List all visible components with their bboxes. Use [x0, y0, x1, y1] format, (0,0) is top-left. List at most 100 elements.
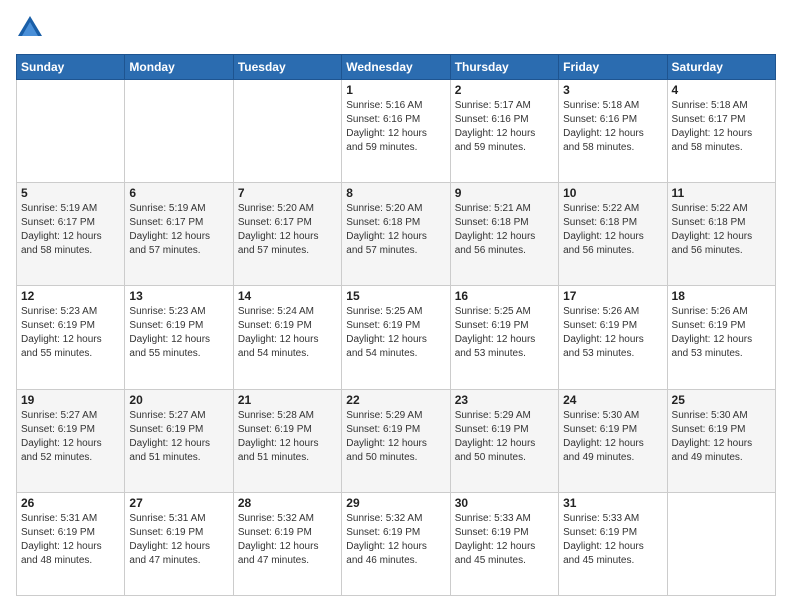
day-info: Sunrise: 5:19 AMSunset: 6:17 PMDaylight:…: [21, 202, 120, 258]
calendar-week-3: 12 Sunrise: 5:23 AMSunset: 6:19 PMDayligh…: [17, 286, 776, 389]
day-info: Sunrise: 5:20 AMSunset: 6:18 PMDaylight:…: [346, 202, 445, 258]
day-info: Sunrise: 5:29 AMSunset: 6:19 PMDaylight:…: [346, 409, 445, 465]
day-number: 15: [346, 289, 445, 303]
day-info: Sunrise: 5:32 AMSunset: 6:19 PMDaylight:…: [346, 512, 445, 568]
calendar-cell: 17 Sunrise: 5:26 AMSunset: 6:19 PMDayligh…: [559, 286, 667, 389]
day-number: 20: [129, 393, 228, 407]
day-info: Sunrise: 5:21 AMSunset: 6:18 PMDaylight:…: [455, 202, 554, 258]
day-number: 18: [672, 289, 771, 303]
day-number: 21: [238, 393, 337, 407]
day-info: Sunrise: 5:29 AMSunset: 6:19 PMDaylight:…: [455, 409, 554, 465]
calendar-cell: 7 Sunrise: 5:20 AMSunset: 6:17 PMDaylight…: [233, 183, 341, 286]
day-info: Sunrise: 5:31 AMSunset: 6:19 PMDaylight:…: [21, 512, 120, 568]
calendar-week-2: 5 Sunrise: 5:19 AMSunset: 6:17 PMDaylight…: [17, 183, 776, 286]
day-number: 9: [455, 186, 554, 200]
weekday-header-monday: Monday: [125, 55, 233, 80]
day-info: Sunrise: 5:18 AMSunset: 6:16 PMDaylight:…: [563, 99, 662, 155]
calendar-cell: 19Sunrise: 5:27 AMSunset: 6:19 PMDayligh…: [17, 389, 125, 492]
calendar-cell: 18Sunrise: 5:26 AMSunset: 6:19 PMDayligh…: [667, 286, 775, 389]
header: [16, 16, 776, 44]
day-number: 3: [563, 83, 662, 97]
day-info: Sunrise: 5:33 AMSunset: 6:19 PMDaylight:…: [455, 512, 554, 568]
calendar-cell: 3 Sunrise: 5:18 AMSunset: 6:16 PMDaylight…: [559, 80, 667, 183]
day-info: Sunrise: 5:30 AMSunset: 6:19 PMDaylight:…: [672, 409, 771, 465]
day-number: 17: [563, 289, 662, 303]
day-number: 28: [238, 496, 337, 510]
calendar-cell: [17, 80, 125, 183]
day-info: Sunrise: 5:23 AMSunset: 6:19 PMDaylight:…: [129, 305, 228, 361]
calendar-cell: 27Sunrise: 5:31 AMSunset: 6:19 PMDayligh…: [125, 492, 233, 595]
calendar-cell: 25 Sunrise: 5:30 AMSunset: 6:19 PMDayligh…: [667, 389, 775, 492]
day-number: 22: [346, 393, 445, 407]
day-info: Sunrise: 5:25 AMSunset: 6:19 PMDaylight:…: [455, 305, 554, 361]
calendar-cell: 21 Sunrise: 5:28 AMSunset: 6:19 PMDayligh…: [233, 389, 341, 492]
day-number: 16: [455, 289, 554, 303]
weekday-header-sunday: Sunday: [17, 55, 125, 80]
calendar-cell: [125, 80, 233, 183]
day-number: 8: [346, 186, 445, 200]
calendar-cell: 31Sunrise: 5:33 AMSunset: 6:19 PMDayligh…: [559, 492, 667, 595]
day-number: 5: [21, 186, 120, 200]
day-number: 4: [672, 83, 771, 97]
day-info: Sunrise: 5:18 AMSunset: 6:17 PMDaylight:…: [672, 99, 771, 155]
day-info: Sunrise: 5:23 AMSunset: 6:19 PMDaylight:…: [21, 305, 120, 361]
calendar-header: SundayMondayTuesdayWednesdayThursdayFrid…: [17, 55, 776, 80]
day-info: Sunrise: 5:22 AMSunset: 6:18 PMDaylight:…: [672, 202, 771, 258]
day-info: Sunrise: 5:30 AMSunset: 6:19 PMDaylight:…: [563, 409, 662, 465]
day-number: 26: [21, 496, 120, 510]
day-info: Sunrise: 5:25 AMSunset: 6:19 PMDaylight:…: [346, 305, 445, 361]
day-number: 23: [455, 393, 554, 407]
day-info: Sunrise: 5:19 AMSunset: 6:17 PMDaylight:…: [129, 202, 228, 258]
day-info: Sunrise: 5:28 AMSunset: 6:19 PMDaylight:…: [238, 409, 337, 465]
day-info: Sunrise: 5:32 AMSunset: 6:19 PMDaylight:…: [238, 512, 337, 568]
day-info: Sunrise: 5:20 AMSunset: 6:17 PMDaylight:…: [238, 202, 337, 258]
day-info: Sunrise: 5:27 AMSunset: 6:19 PMDaylight:…: [129, 409, 228, 465]
day-number: 7: [238, 186, 337, 200]
calendar-cell: 15 Sunrise: 5:25 AMSunset: 6:19 PMDayligh…: [342, 286, 450, 389]
calendar-cell: 13 Sunrise: 5:23 AMSunset: 6:19 PMDayligh…: [125, 286, 233, 389]
weekday-header-friday: Friday: [559, 55, 667, 80]
day-number: 10: [563, 186, 662, 200]
calendar-cell: 26 Sunrise: 5:31 AMSunset: 6:19 PMDayligh…: [17, 492, 125, 595]
calendar-cell: 9 Sunrise: 5:21 AMSunset: 6:18 PMDaylight…: [450, 183, 558, 286]
calendar-cell: 24 Sunrise: 5:30 AMSunset: 6:19 PMDayligh…: [559, 389, 667, 492]
day-number: 1: [346, 83, 445, 97]
day-number: 29: [346, 496, 445, 510]
calendar-cell: 16 Sunrise: 5:25 AMSunset: 6:19 PMDayligh…: [450, 286, 558, 389]
day-number: 24: [563, 393, 662, 407]
calendar-cell: 20 Sunrise: 5:27 AMSunset: 6:19 PMDayligh…: [125, 389, 233, 492]
calendar-week-4: 19 Sunrise: 5:27 AMSunset: 6:19 PMDayligh…: [17, 389, 776, 492]
day-number: 13: [129, 289, 228, 303]
day-info: Sunrise: 5:33 AMSunset: 6:19 PMDaylight:…: [563, 512, 662, 568]
weekday-row: SundayMondayTuesdayWednesdayThursdayFrid…: [17, 55, 776, 80]
calendar-cell: 29 Sunrise: 5:32 AMSunset: 6:19 PMDayligh…: [342, 492, 450, 595]
day-info: Sunrise: 5:26 AMSunset: 6:19 PMDaylight:…: [563, 305, 662, 361]
day-number: 11: [672, 186, 771, 200]
calendar-cell: 6Sunrise: 5:19 AMSunset: 6:17 PMDaylight…: [125, 183, 233, 286]
calendar-cell: 22 Sunrise: 5:29 AMSunset: 6:19 PMDayligh…: [342, 389, 450, 492]
weekday-header-tuesday: Tuesday: [233, 55, 341, 80]
day-number: 25: [672, 393, 771, 407]
weekday-header-saturday: Saturday: [667, 55, 775, 80]
calendar-cell: 11 Sunrise: 5:22 AMSunset: 6:18 PMDayligh…: [667, 183, 775, 286]
calendar-cell: 5 Sunrise: 5:19 AMSunset: 6:17 PMDaylight…: [17, 183, 125, 286]
calendar-cell: 8 Sunrise: 5:20 AMSunset: 6:18 PMDaylight…: [342, 183, 450, 286]
calendar-cell: 1 Sunrise: 5:16 AMSunset: 6:16 PMDaylight…: [342, 80, 450, 183]
calendar-table: SundayMondayTuesdayWednesdayThursdayFrid…: [16, 54, 776, 596]
calendar-cell: [667, 492, 775, 595]
calendar-cell: 28 Sunrise: 5:32 AMSunset: 6:19 PMDayligh…: [233, 492, 341, 595]
day-number: 19: [21, 393, 120, 407]
weekday-header-thursday: Thursday: [450, 55, 558, 80]
day-info: Sunrise: 5:16 AMSunset: 6:16 PMDaylight:…: [346, 99, 445, 155]
calendar-cell: 23 Sunrise: 5:29 AMSunset: 6:19 PMDayligh…: [450, 389, 558, 492]
logo-icon: [16, 14, 44, 42]
calendar-cell: 30Sunrise: 5:33 AMSunset: 6:19 PMDayligh…: [450, 492, 558, 595]
day-info: Sunrise: 5:24 AMSunset: 6:19 PMDaylight:…: [238, 305, 337, 361]
day-number: 14: [238, 289, 337, 303]
calendar-cell: 12 Sunrise: 5:23 AMSunset: 6:19 PMDayligh…: [17, 286, 125, 389]
day-number: 12: [21, 289, 120, 303]
weekday-header-wednesday: Wednesday: [342, 55, 450, 80]
calendar-week-1: 1 Sunrise: 5:16 AMSunset: 6:16 PMDaylight…: [17, 80, 776, 183]
calendar-cell: 2Sunrise: 5:17 AMSunset: 6:16 PMDaylight…: [450, 80, 558, 183]
day-info: Sunrise: 5:22 AMSunset: 6:18 PMDaylight:…: [563, 202, 662, 258]
